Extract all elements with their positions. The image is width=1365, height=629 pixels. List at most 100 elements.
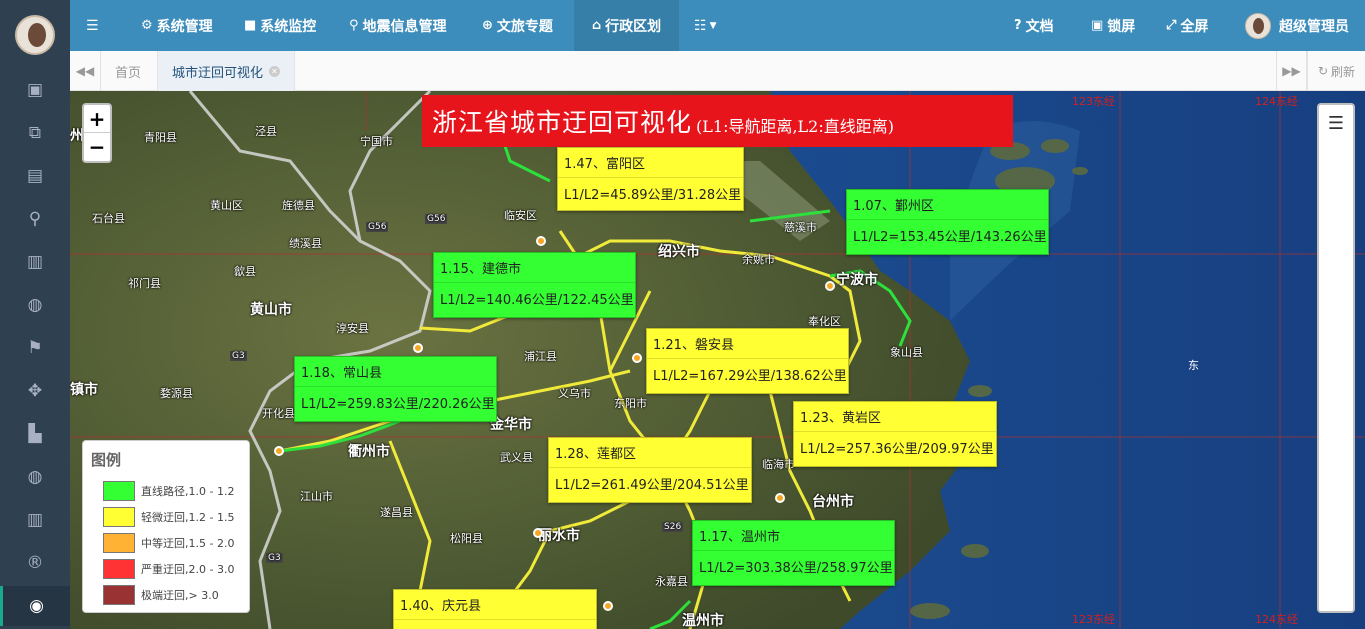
city-label: 淳安县 bbox=[336, 322, 369, 335]
avatar[interactable] bbox=[15, 15, 55, 55]
nav-system-monitor[interactable]: ■ 系统监控 bbox=[244, 0, 316, 51]
road-label: G3 bbox=[230, 351, 247, 361]
detour-label-liandu[interactable]: 1.28、莲都区 L1/L2=261.49公里/204.51公里 bbox=[548, 437, 752, 503]
legend-item: 直线路径,1.0 - 1.2 bbox=[91, 478, 249, 504]
city-label: 慈溪市 bbox=[784, 221, 817, 234]
hamburger-icon[interactable]: ☰ bbox=[1319, 113, 1353, 134]
grid-label: 123东经 bbox=[1072, 95, 1115, 108]
city-label: 绍兴市 bbox=[658, 244, 700, 260]
map-canvas[interactable]: 123东经 124东经 123东经 124东经 G56 G56 G3 G3 S2… bbox=[70, 91, 1365, 629]
nav-docs[interactable]: ? 文档 bbox=[1014, 0, 1054, 51]
city-marker[interactable] bbox=[536, 236, 546, 246]
city-marker[interactable] bbox=[632, 353, 642, 363]
menu-toggle-icon[interactable]: ☰ bbox=[86, 0, 99, 51]
nav-lock-screen[interactable]: ▣ 锁屏 bbox=[1091, 0, 1135, 51]
city-label: 石台县 bbox=[92, 212, 125, 225]
detour-label-yinzhou[interactable]: 1.07、鄞州区 L1/L2=153.45公里/143.26公里 bbox=[846, 189, 1049, 255]
nav-system-admin[interactable]: ⚙ 系统管理 bbox=[141, 0, 213, 51]
zoom-out-button[interactable]: − bbox=[84, 133, 110, 161]
detour-label-fuyang[interactable]: 1.47、富阳区 L1/L2=45.89公里/31.28公里 bbox=[557, 147, 744, 211]
tab-home[interactable]: 首页 bbox=[101, 51, 155, 91]
city-label: 象山县 bbox=[890, 346, 923, 359]
nav-earthquake-info[interactable]: ⚲ 地震信息管理 bbox=[349, 0, 447, 51]
legend-swatch bbox=[103, 533, 135, 553]
expand-icon: ⤢ bbox=[1166, 18, 1177, 33]
arrows-icon[interactable]: ✥ bbox=[0, 371, 70, 411]
gear-icon: ⚙ bbox=[141, 18, 153, 33]
nav-more-dropdown[interactable]: ☷ ▼ bbox=[694, 0, 716, 51]
city-label: 宁波市 bbox=[836, 272, 878, 288]
bar-chart-icon[interactable]: ▥ bbox=[0, 500, 70, 540]
zoom-in-button[interactable]: + bbox=[84, 105, 110, 133]
object-group-icon[interactable]: ⧉ bbox=[0, 113, 70, 153]
user-avatar bbox=[1245, 12, 1271, 39]
city-label: 奉化区 bbox=[808, 315, 841, 328]
legend-swatch bbox=[103, 559, 135, 579]
tab-scroll-right-icon[interactable]: ▶▶ bbox=[1276, 51, 1307, 91]
user-menu[interactable]: 超级管理员 bbox=[1245, 0, 1349, 51]
globe-icon: ⊕ bbox=[482, 18, 493, 33]
legend-item: 严重迂回,2.0 - 3.0 bbox=[91, 556, 249, 582]
tab-scroll-left-icon[interactable]: ◀◀ bbox=[70, 51, 101, 91]
top-navbar: ☰ ⚙ 系统管理 ■ 系统监控 ⚲ 地震信息管理 ⊕ 文旅专题 ⌂ 行政区划 ☷ ▼ ? 文档… bbox=[70, 0, 1365, 51]
area-chart-icon[interactable]: ▙ bbox=[0, 414, 70, 454]
refresh-icon: ↻ bbox=[1317, 64, 1329, 78]
city-label: 衢州市 bbox=[348, 444, 390, 460]
nav-culture-tourism[interactable]: ⊕ 文旅专题 bbox=[482, 0, 553, 51]
legend-title: 图例 bbox=[91, 451, 122, 469]
city-marker[interactable] bbox=[603, 601, 613, 611]
zoom-control: + − bbox=[82, 103, 112, 163]
globe-icon[interactable]: ◍ bbox=[0, 457, 70, 497]
detour-label-panan[interactable]: 1.21、磐安县 L1/L2=167.29公里/138.62公里 bbox=[646, 328, 849, 394]
city-label: 温州市 bbox=[682, 613, 724, 629]
detour-label-wenzhou[interactable]: 1.17、温州市 L1/L2=303.38公里/258.97公里 bbox=[692, 520, 895, 586]
city-marker[interactable] bbox=[775, 493, 785, 503]
city-label: 义乌市 bbox=[558, 387, 591, 400]
detour-label-huangyan[interactable]: 1.23、黄岩区 L1/L2=257.36公里/209.97公里 bbox=[793, 401, 997, 467]
legend-item: 极端迂回,> 3.0 bbox=[91, 582, 249, 608]
globe-icon[interactable]: ◍ bbox=[0, 285, 70, 325]
tab-bar: ◀◀ 首页 城市迂回可视化 ✕ ▶▶ ↻ 刷新 bbox=[70, 51, 1365, 91]
grid-label: 123东经 bbox=[1072, 613, 1115, 626]
grid-label: 124东经 bbox=[1255, 95, 1298, 108]
city-label: 东阳市 bbox=[614, 397, 647, 410]
nav-fullscreen[interactable]: ⤢ 全屏 bbox=[1166, 0, 1208, 51]
map-title-banner: 浙江省城市迂回可视化 (L1:导航距离,L2:直线距离) bbox=[422, 95, 1013, 147]
registered-icon[interactable]: ® bbox=[0, 543, 70, 583]
flag-icon[interactable]: ⚑ bbox=[0, 328, 70, 368]
tab-city-detour[interactable]: 城市迂回可视化 ✕ bbox=[157, 51, 296, 91]
city-label: 永嘉县 bbox=[655, 575, 688, 588]
detour-label-qingyuan[interactable]: 1.40、庆元县 bbox=[393, 589, 597, 629]
detour-label-jiande[interactable]: 1.15、建德市 L1/L2=140.46公里/122.45公里 bbox=[433, 252, 636, 318]
city-label: 宁国市 bbox=[360, 135, 393, 148]
nav-admin-division[interactable]: ⌂ 行政区划 bbox=[574, 0, 679, 51]
legend: 图例 直线路径,1.0 - 1.2 轻微迂回,1.2 - 1.5 中等迂回,1.… bbox=[82, 440, 250, 613]
city-label: 旌德县 bbox=[282, 199, 315, 212]
life-ring-icon[interactable]: ◉ bbox=[0, 586, 70, 626]
city-label: 遂昌县 bbox=[380, 506, 413, 519]
city-label: 武义县 bbox=[500, 451, 533, 464]
legend-swatch bbox=[103, 507, 135, 527]
sidebar: ▣ ⧉ ▤ ⚲ ▥ ◍ ⚑ ✥ ▙ ◍ ▥ ® ◉ bbox=[0, 0, 70, 629]
city-marker[interactable] bbox=[825, 281, 835, 291]
question-circle-icon: ? bbox=[1014, 18, 1022, 33]
map-subtitle: (L1:导航距离,L2:直线距离) bbox=[696, 117, 894, 136]
city-label: 临海市 bbox=[762, 458, 795, 471]
city-marker[interactable] bbox=[533, 528, 543, 538]
map-marker-icon[interactable]: ⚲ bbox=[0, 199, 70, 239]
refresh-button[interactable]: ↻ 刷新 bbox=[1307, 51, 1365, 91]
layer-switcher-panel[interactable]: ☰ bbox=[1317, 103, 1355, 613]
bar-chart-icon[interactable]: ▥ bbox=[0, 242, 70, 282]
close-icon[interactable]: ✕ bbox=[269, 65, 281, 77]
city-marker[interactable] bbox=[413, 343, 423, 353]
city-label: 绩溪县 bbox=[289, 237, 322, 250]
city-marker[interactable] bbox=[274, 446, 284, 456]
map-icon[interactable]: ▤ bbox=[0, 156, 70, 196]
dashboard-icon[interactable]: ▣ bbox=[0, 70, 70, 110]
detour-label-changshan[interactable]: 1.18、常山县 L1/L2=259.83公里/220.26公里 bbox=[294, 356, 497, 422]
caret-down-icon: ▼ bbox=[709, 20, 717, 31]
road-label: G3 bbox=[266, 553, 283, 563]
city-label: 江山市 bbox=[300, 490, 333, 503]
grid-label: 124东经 bbox=[1255, 613, 1298, 626]
city-label: 余姚市 bbox=[742, 253, 775, 266]
